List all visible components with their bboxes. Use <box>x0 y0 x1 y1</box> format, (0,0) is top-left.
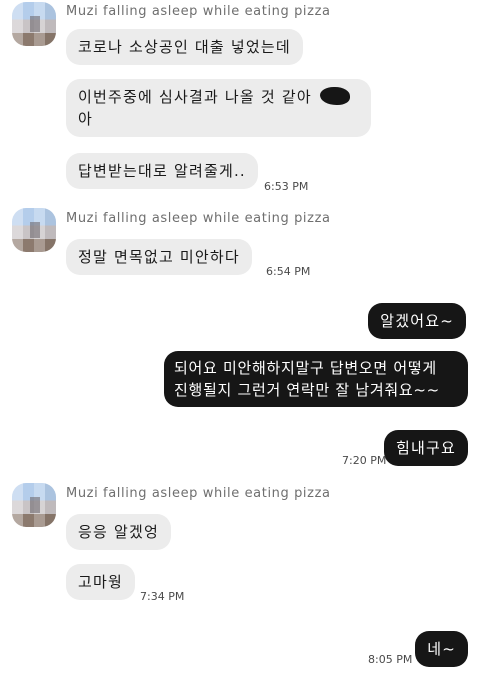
timestamp: 7:34 PM <box>140 590 185 603</box>
incoming-message: 이번주중에 심사결과 나올 것 같아 아 <box>66 79 371 137</box>
sender-avatar[interactable] <box>12 483 56 527</box>
outgoing-message: 힘내구요 <box>383 430 468 466</box>
sender-avatar[interactable] <box>12 2 56 46</box>
sender-avatar[interactable] <box>12 208 56 252</box>
incoming-message: 고마웡 <box>66 564 136 600</box>
sender-name: Muzi falling asleep while eating pizza <box>66 4 331 19</box>
message-text: 네~ <box>427 640 456 658</box>
message-text: 진행될지 그런거 연락만 잘 남겨줘요~~ <box>174 381 440 399</box>
timestamp: 6:53 PM <box>264 180 309 193</box>
timestamp: 8:05 PM <box>368 653 413 666</box>
message-text: 코로나 소상공인 대출 넣었는데 <box>78 38 291 56</box>
message-text: 힘내구요 <box>395 439 456 457</box>
incoming-message: 응응 알겠엉 <box>66 514 171 550</box>
timestamp: 7:20 PM <box>342 454 387 467</box>
message-text: 아 <box>78 110 94 128</box>
incoming-message: 정말 면목없고 미안하다 <box>66 239 252 275</box>
message-text: 고마웡 <box>78 573 124 591</box>
outgoing-message: 알겠어요~ <box>368 303 466 339</box>
redacted-emoji-icon <box>319 87 350 105</box>
timestamp: 6:54 PM <box>266 265 311 278</box>
message-text: 정말 면목없고 미안하다 <box>78 248 240 266</box>
message-text: 답변받는대로 알려줄게.. <box>78 162 246 180</box>
outgoing-message: 네~ <box>415 631 468 667</box>
message-text: 되어요 미안해하지말구 답변오면 어떻게 <box>174 359 437 377</box>
message-text: 이번주중에 심사결과 나올 것 같아 <box>78 88 312 106</box>
incoming-message: 코로나 소상공인 대출 넣었는데 <box>66 29 303 65</box>
message-text: 응응 알겠엉 <box>78 523 159 541</box>
incoming-message: 답변받는대로 알려줄게.. <box>66 153 258 189</box>
sender-name: Muzi falling asleep while eating pizza <box>66 486 331 501</box>
outgoing-message: 되어요 미안해하지말구 답변오면 어떻게 진행될지 그런거 연락만 잘 남겨줘요… <box>164 351 468 407</box>
sender-name: Muzi falling asleep while eating pizza <box>66 211 331 226</box>
message-text: 알겠어요~ <box>380 312 454 330</box>
